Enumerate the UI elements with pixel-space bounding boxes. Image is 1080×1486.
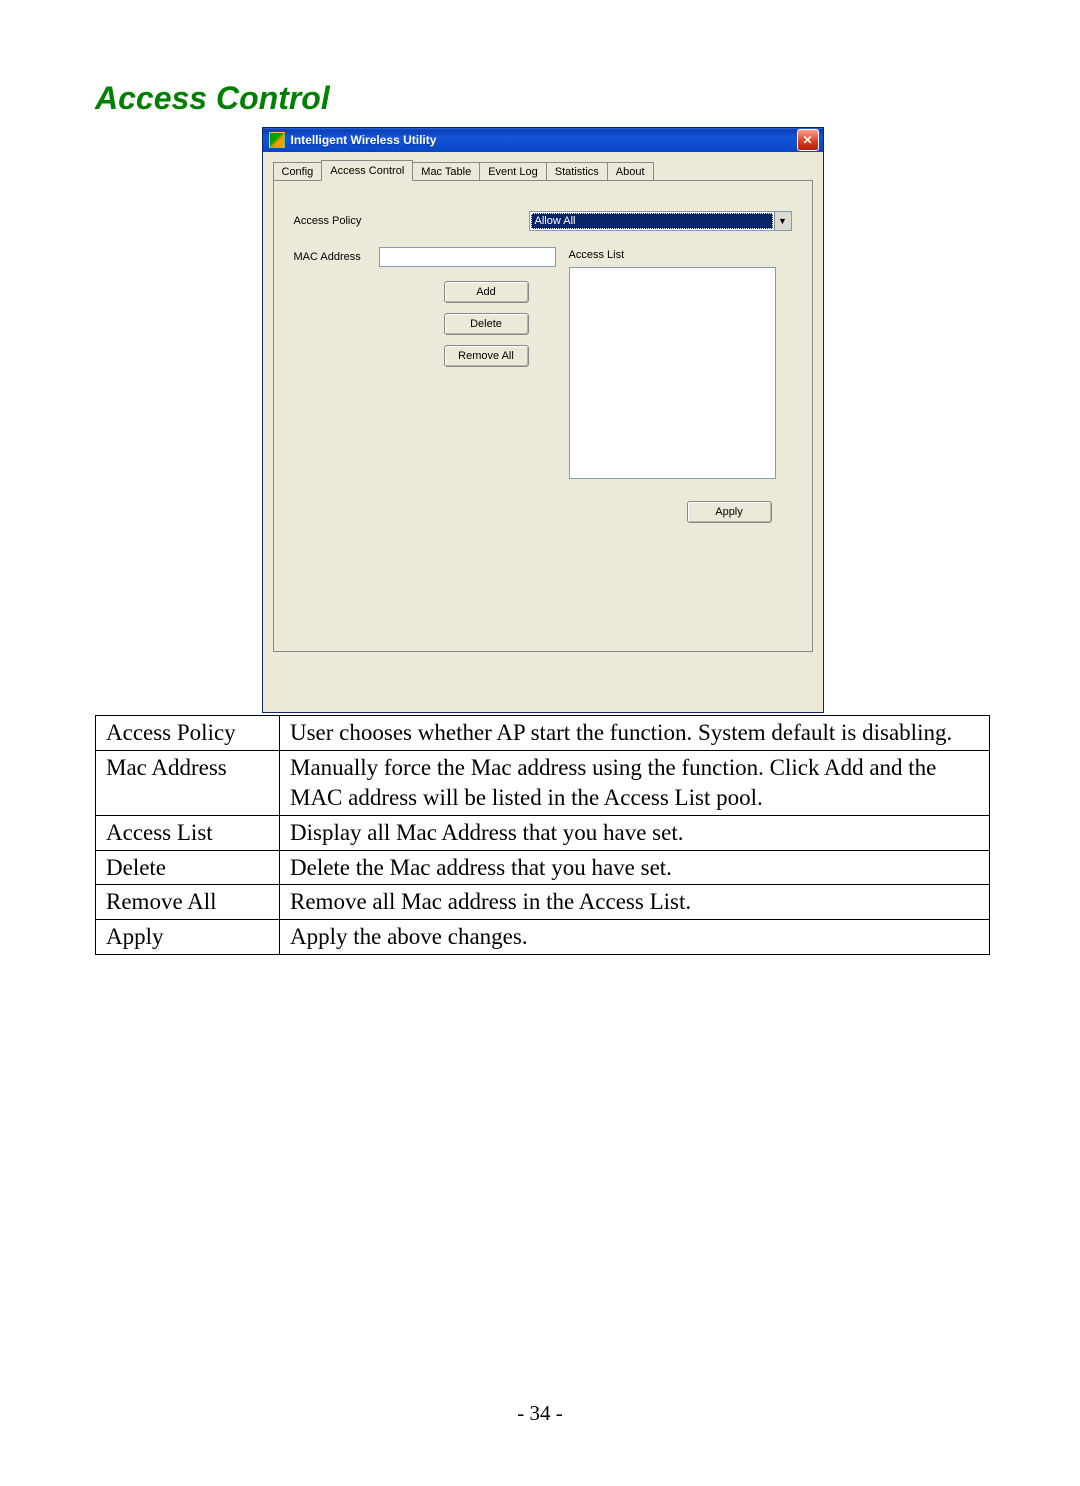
tab-strip: Config Access Control Mac Table Event Lo…	[273, 160, 813, 180]
apply-button[interactable]: Apply	[687, 501, 772, 523]
access-policy-value: Allow All	[531, 213, 773, 229]
access-policy-select[interactable]: Allow All ▼	[529, 211, 792, 231]
term-cell: Access Policy	[96, 716, 280, 751]
desc-cell: Display all Mac Address that you have se…	[280, 815, 990, 850]
add-button[interactable]: Add	[444, 281, 529, 303]
page-number: - 34 -	[0, 1401, 1080, 1426]
remove-all-button[interactable]: Remove All	[444, 345, 529, 367]
tab-access-control[interactable]: Access Control	[321, 160, 413, 181]
window-title: Intelligent Wireless Utility	[291, 133, 797, 147]
app-icon	[269, 132, 285, 148]
desc-cell: Remove all Mac address in the Access Lis…	[280, 885, 990, 920]
desc-cell: Delete the Mac address that you have set…	[280, 850, 990, 885]
table-row: Remove All Remove all Mac address in the…	[96, 885, 990, 920]
access-policy-label: Access Policy	[294, 215, 444, 227]
desc-cell: Manually force the Mac address using the…	[280, 750, 990, 815]
tab-config[interactable]: Config	[273, 162, 323, 180]
titlebar: Intelligent Wireless Utility ✕	[263, 128, 823, 152]
app-window: Intelligent Wireless Utility ✕ Config Ac…	[262, 127, 824, 713]
tab-about[interactable]: About	[607, 162, 654, 180]
access-list-box[interactable]	[569, 267, 776, 479]
description-table: Access Policy User chooses whether AP st…	[95, 715, 990, 955]
mac-address-label: MAC Address	[294, 251, 379, 263]
tab-event-log[interactable]: Event Log	[479, 162, 547, 180]
table-row: Access Policy User chooses whether AP st…	[96, 716, 990, 751]
chevron-down-icon: ▼	[774, 212, 791, 230]
tab-statistics[interactable]: Statistics	[546, 162, 608, 180]
term-cell: Delete	[96, 850, 280, 885]
term-cell: Mac Address	[96, 750, 280, 815]
delete-button[interactable]: Delete	[444, 313, 529, 335]
table-row: Mac Address Manually force the Mac addre…	[96, 750, 990, 815]
table-row: Apply Apply the above changes.	[96, 920, 990, 955]
term-cell: Remove All	[96, 885, 280, 920]
access-list-label: Access List	[569, 249, 625, 261]
table-row: Delete Delete the Mac address that you h…	[96, 850, 990, 885]
close-button[interactable]: ✕	[797, 129, 819, 151]
table-row: Access List Display all Mac Address that…	[96, 815, 990, 850]
desc-cell: Apply the above changes.	[280, 920, 990, 955]
section-heading: Access Control	[95, 80, 990, 117]
tab-panel: Access Policy Allow All ▼ MAC Address Ac…	[273, 180, 813, 652]
term-cell: Access List	[96, 815, 280, 850]
tab-mac-table[interactable]: Mac Table	[412, 162, 480, 180]
mac-address-input[interactable]	[379, 247, 556, 267]
term-cell: Apply	[96, 920, 280, 955]
desc-cell: User chooses whether AP start the functi…	[280, 716, 990, 751]
